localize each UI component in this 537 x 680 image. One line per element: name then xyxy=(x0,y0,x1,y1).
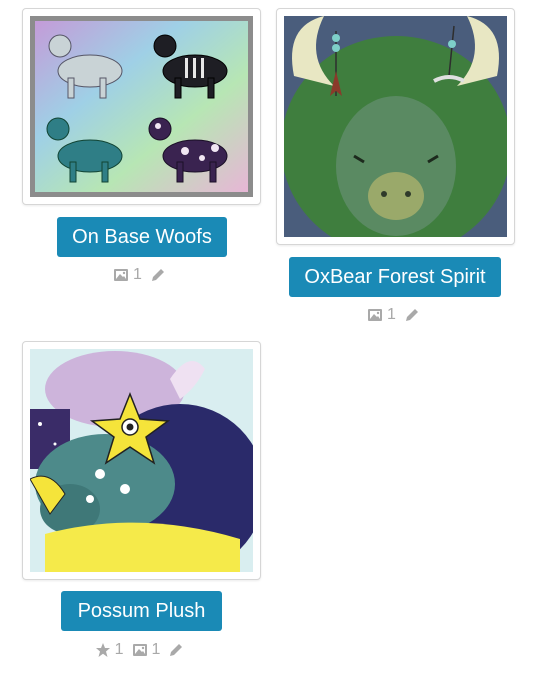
thumbnail-link[interactable] xyxy=(22,8,261,205)
thumbnail-image xyxy=(30,349,253,572)
thumbnail-image xyxy=(284,16,507,237)
favorite-count: 1 xyxy=(95,642,124,658)
thumbnail-image xyxy=(30,16,253,197)
image-icon xyxy=(367,307,383,323)
card-meta: 1 1 xyxy=(22,640,261,660)
pencil-icon[interactable] xyxy=(150,267,166,283)
star-icon xyxy=(95,642,111,658)
edit-link[interactable] xyxy=(404,307,424,323)
pencil-icon[interactable] xyxy=(404,307,420,323)
image-count: 1 xyxy=(113,267,142,283)
card-meta: 1 xyxy=(22,265,261,285)
title-button[interactable]: On Base Woofs xyxy=(57,217,227,257)
image-icon xyxy=(132,642,148,658)
image-count-value: 1 xyxy=(387,306,396,323)
pencil-icon[interactable] xyxy=(168,642,184,658)
edit-link[interactable] xyxy=(150,267,170,283)
thumbnail-link[interactable] xyxy=(276,8,515,245)
title-button[interactable]: OxBear Forest Spirit xyxy=(289,257,501,297)
edit-link[interactable] xyxy=(168,642,188,658)
image-icon xyxy=(113,267,129,283)
image-count: 1 xyxy=(132,641,161,658)
title-button[interactable]: Possum Plush xyxy=(61,591,222,631)
image-count: 1 xyxy=(367,307,396,323)
favorite-count-value: 1 xyxy=(114,641,124,658)
image-count-value: 1 xyxy=(133,266,142,283)
card-meta: 1 xyxy=(276,305,515,325)
thumbnail-link[interactable] xyxy=(22,341,261,580)
image-count-value: 1 xyxy=(151,641,161,658)
